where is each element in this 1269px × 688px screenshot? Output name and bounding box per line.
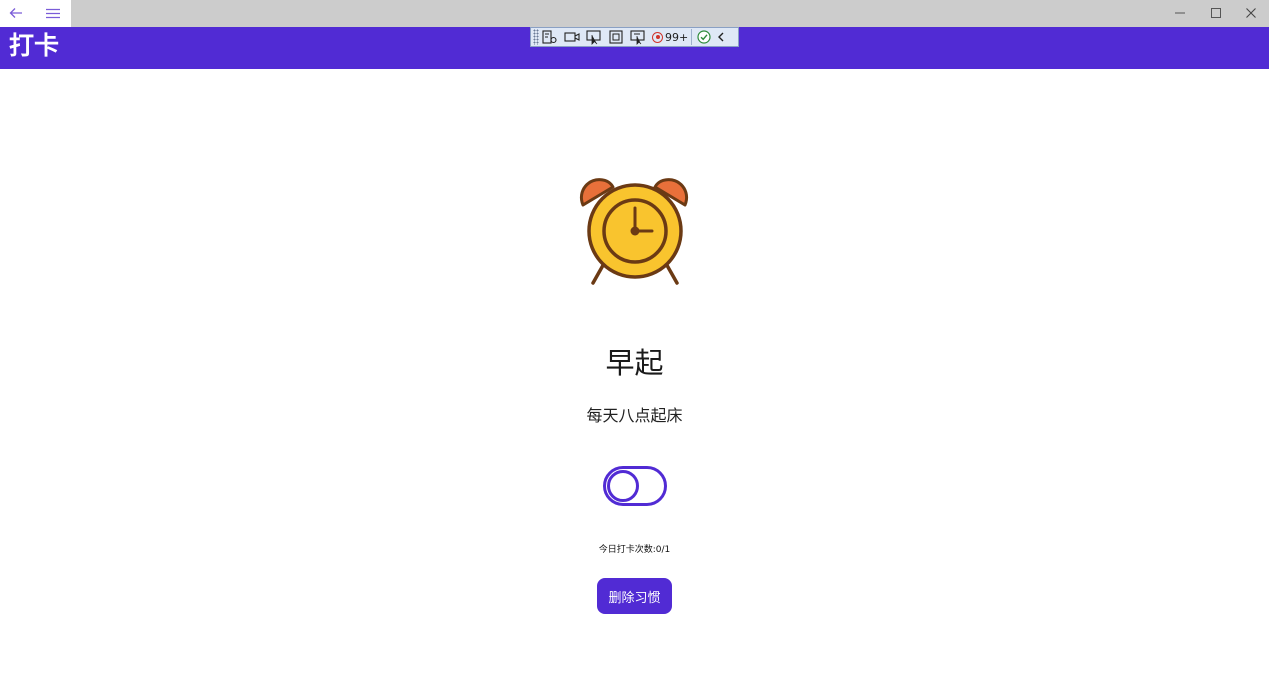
binding-failures-badge[interactable]: 99+ <box>652 31 688 44</box>
toolbar-separator <box>691 29 693 45</box>
display-layout-adorners-icon[interactable] <box>605 28 627 46</box>
track-focus-icon[interactable] <box>627 28 649 46</box>
minimize-icon[interactable] <box>1168 2 1192 24</box>
record-icon[interactable] <box>561 28 583 46</box>
nav-button-area <box>0 0 71 27</box>
live-visual-tree-icon[interactable] <box>539 28 561 46</box>
collapse-chevron-icon[interactable] <box>713 28 729 46</box>
close-icon[interactable] <box>1239 2 1263 24</box>
habit-title: 早起 <box>605 346 664 380</box>
delete-habit-button[interactable]: 删除习惯 <box>597 578 672 614</box>
select-element-icon[interactable] <box>583 28 605 46</box>
habit-description: 每天八点起床 <box>586 406 683 425</box>
alarm-clock-icon <box>580 178 688 285</box>
binding-failures-count: 99+ <box>665 30 689 44</box>
today-checkin-count: 今日打卡次数:0/1 <box>598 545 671 555</box>
toggle-knob <box>607 470 639 502</box>
xaml-debug-toolbar: 99+ <box>530 27 739 47</box>
page-title: 打卡 <box>9 31 60 60</box>
window-title-bar <box>0 0 1269 27</box>
maximize-icon[interactable] <box>1204 2 1228 24</box>
back-arrow-icon[interactable] <box>6 3 26 23</box>
binding-failures-icon <box>652 31 663 43</box>
checkin-toggle[interactable] <box>603 466 667 506</box>
habit-detail-page: 早起 每天八点起床 今日打卡次数:0/1 删除习惯 <box>0 69 1269 688</box>
hot-reload-check-icon[interactable] <box>695 28 713 46</box>
hamburger-menu-icon[interactable] <box>44 4 62 22</box>
